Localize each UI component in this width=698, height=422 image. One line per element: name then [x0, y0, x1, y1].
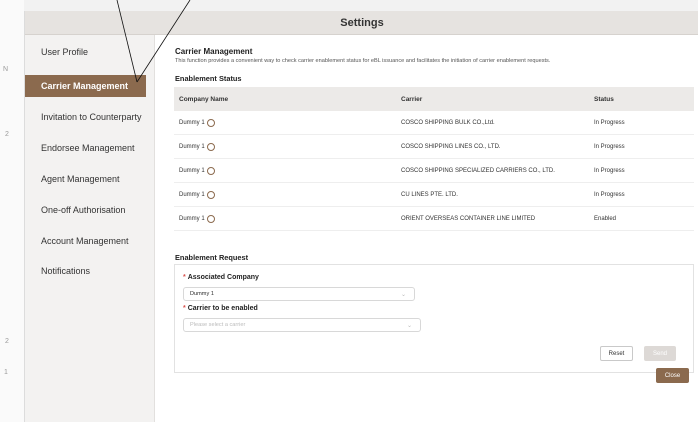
column-header-company: Company Name: [179, 95, 229, 103]
info-icon[interactable]: [206, 119, 215, 127]
associated-company-label: * Associated Company: [183, 274, 259, 281]
background-mark: 2: [5, 338, 9, 345]
reset-button[interactable]: Reset: [600, 346, 633, 361]
status-text: In Progress: [594, 168, 625, 174]
table-row: Dummy 1 COSCO SHIPPING SPECIALIZED CARRI…: [174, 160, 694, 183]
table-row: Dummy 1 COSCO SHIPPING LINES CO., LTD. I…: [174, 136, 694, 159]
status-text: Enabled: [594, 216, 617, 222]
close-button[interactable]: Close: [656, 368, 689, 383]
sidebar-item-carrier-management[interactable]: Carrier Management: [25, 75, 146, 97]
column-header-status: Status: [594, 95, 614, 103]
required-marker: *: [183, 274, 186, 281]
status-text: In Progress: [594, 120, 625, 126]
status-text: In Progress: [594, 192, 625, 198]
associated-company-select[interactable]: Dummy 1 ⌄: [183, 287, 415, 301]
sidebar-item-account-management[interactable]: Account Management: [25, 230, 155, 252]
sidebar-item-agent-management[interactable]: Agent Management: [25, 168, 155, 190]
background-mark: 1: [4, 369, 8, 376]
table-row: Dummy 1 ORIENT OVERSEAS CONTAINER LINE L…: [174, 208, 694, 231]
send-button[interactable]: Send: [644, 346, 676, 361]
sidebar-item-endorsee-management[interactable]: Endorsee Management: [25, 137, 155, 159]
status-text: In Progress: [594, 144, 625, 150]
carrier-name: COSCO SHIPPING BULK CO.,Ltd.: [401, 120, 495, 126]
background-page: [0, 0, 24, 422]
info-icon[interactable]: [206, 215, 215, 223]
carrier-placeholder: Please select a carrier: [190, 322, 246, 328]
info-icon[interactable]: [206, 167, 215, 175]
associated-company-value: Dummy 1: [190, 291, 214, 297]
background-mark: 2: [5, 131, 9, 138]
background-mark: N: [3, 66, 9, 73]
enablement-request-title: Enablement Request: [175, 253, 249, 262]
required-marker: *: [183, 305, 186, 312]
sidebar-item-user-profile[interactable]: User Profile: [25, 41, 155, 63]
carrier-select[interactable]: Please select a carrier ⌄: [183, 318, 421, 332]
company-name: Dummy 1: [179, 168, 205, 174]
chevron-down-icon: ⌄: [400, 292, 406, 298]
carrier-name: COSCO SHIPPING SPECIALIZED CARRIERS CO.,…: [401, 168, 555, 174]
carrier-name: CU LINES PTE. LTD.: [401, 192, 458, 198]
info-icon[interactable]: [206, 143, 215, 151]
dialog-header: Settings: [25, 11, 698, 35]
column-header-carrier: Carrier: [401, 95, 423, 103]
company-name: Dummy 1: [179, 192, 205, 198]
sidebar-item-invitation-to-counterparty[interactable]: Invitation to Counterparty: [25, 106, 155, 128]
page-description: This function provides a convenient way …: [175, 58, 551, 64]
enablement-request-form: * Associated Company Dummy 1 ⌄ * Carrier t…: [174, 264, 694, 373]
carrier-name: COSCO SHIPPING LINES CO., LTD.: [401, 144, 501, 150]
sidebar-item-one-off-authorisation[interactable]: One-off Authorisation: [25, 199, 155, 221]
carrier-name: ORIENT OVERSEAS CONTAINER LINE LIMITED: [401, 216, 536, 222]
table-row: Dummy 1 COSCO SHIPPING BULK CO.,Ltd. In …: [174, 112, 694, 135]
info-icon[interactable]: [206, 191, 215, 199]
table-header: Company Name Carrier Status: [174, 87, 694, 111]
carrier-label: * Carrier to be enabled: [183, 305, 258, 312]
settings-dialog: Settings User Profile Carrier Management…: [24, 11, 698, 422]
company-name: Dummy 1: [179, 120, 205, 126]
company-name: Dummy 1: [179, 216, 205, 222]
dialog-title: Settings: [340, 16, 384, 29]
table-row: Dummy 1 CU LINES PTE. LTD. In Progress: [174, 184, 694, 207]
sidebar-item-notifications[interactable]: Notifications: [25, 260, 155, 282]
company-name: Dummy 1: [179, 144, 205, 150]
chevron-down-icon: ⌄: [406, 323, 412, 329]
settings-sidebar: User Profile Carrier Management Invitati…: [25, 35, 155, 422]
page-title: Carrier Management: [175, 47, 253, 56]
enablement-status-title: Enablement Status: [175, 74, 242, 83]
